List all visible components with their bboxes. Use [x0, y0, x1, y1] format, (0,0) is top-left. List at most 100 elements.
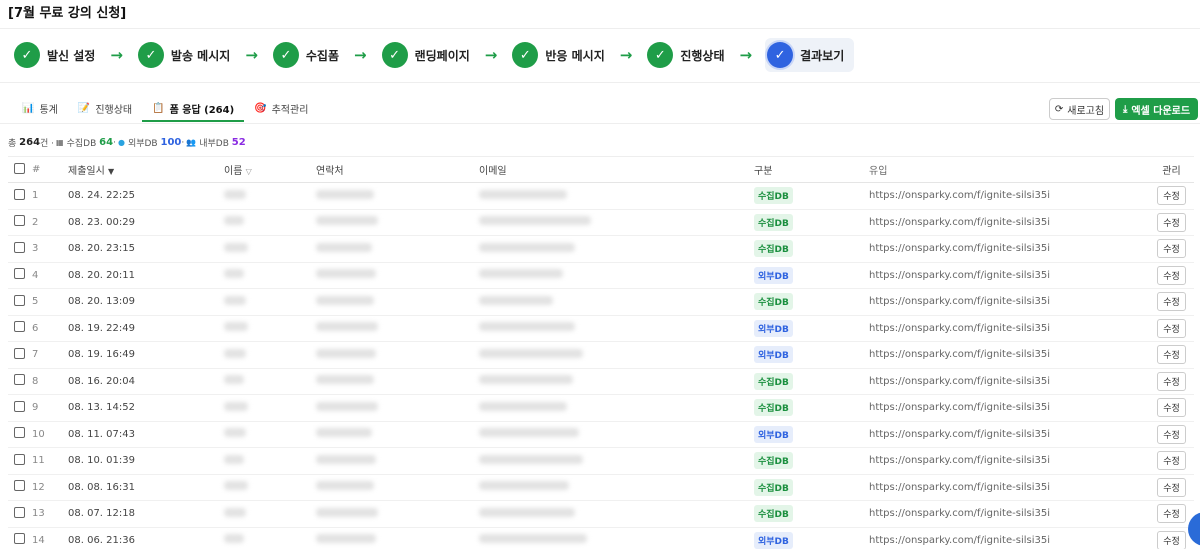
row-check-cell: [8, 209, 32, 236]
select-all-checkbox[interactable]: [14, 162, 25, 174]
table-row[interactable]: 3 08. 20. 23:15 수집DB https://onsparky.com/f…: [8, 235, 1194, 263]
redacted-text: [479, 216, 591, 226]
col-name[interactable]: 이름 ▽: [224, 156, 316, 183]
summary-separator: ·: [113, 137, 116, 148]
edit-button[interactable]: 수정: [1157, 239, 1186, 259]
divider: [0, 82, 1200, 83]
edit-button[interactable]: 수정: [1157, 212, 1186, 232]
table-row[interactable]: 11 08. 10. 01:39 수집DB https://onsparky.com/…: [8, 447, 1194, 475]
step-response-message[interactable]: ✓ 반응 메시지: [512, 42, 605, 68]
row-number: 14: [32, 527, 68, 549]
step-collect-form[interactable]: ✓ 수집폼: [272, 42, 339, 68]
row-checkbox[interactable]: [14, 268, 25, 280]
edit-button[interactable]: 수정: [1157, 424, 1186, 444]
redacted-text: [316, 428, 372, 438]
table-row[interactable]: 12 08. 08. 16:31 수집DB https://onsparky.com/…: [8, 474, 1194, 501]
step-send-message[interactable]: ✓ 발송 메시지: [137, 42, 230, 68]
row-submitted-at: 08. 20. 23:15: [68, 235, 224, 263]
table-row[interactable]: 2 08. 23. 00:29 수집DB https://onsparky.com/f…: [8, 209, 1194, 236]
bar-chart-icon: 📊: [22, 102, 35, 114]
row-checkbox[interactable]: [14, 188, 25, 200]
col-email: 이메일: [479, 156, 754, 183]
row-submitted-at: 08. 11. 07:43: [68, 421, 224, 448]
row-number: 3: [32, 235, 68, 263]
row-checkbox[interactable]: [14, 427, 25, 439]
table-row[interactable]: 10 08. 11. 07:43 외부DB https://onsparky.com/…: [8, 421, 1194, 448]
col-submitted-at[interactable]: 제출일시 ▼: [68, 156, 224, 183]
row-email-redacted: [479, 527, 754, 549]
redacted-text: [479, 242, 575, 252]
edit-button[interactable]: 수정: [1157, 371, 1186, 391]
tab-tracking[interactable]: 🎯 추적관리: [244, 96, 318, 122]
redacted-text: [224, 375, 244, 385]
edit-button[interactable]: 수정: [1157, 398, 1186, 418]
row-action: 수정: [1149, 315, 1194, 342]
col-name-label: 이름: [224, 166, 243, 177]
edit-button[interactable]: 수정: [1157, 477, 1186, 497]
sort-desc-icon: ▼: [108, 167, 115, 176]
col-submitted-at-label: 제출일시: [68, 166, 105, 177]
row-action: 수정: [1149, 500, 1194, 528]
redacted-text: [224, 348, 246, 358]
row-checkbox[interactable]: [14, 347, 25, 359]
row-checkbox[interactable]: [14, 321, 25, 333]
row-source-url: https://onsparky.com/f/ignite-silsi35i: [869, 500, 1149, 528]
arrow-right-icon: →: [739, 46, 753, 64]
row-checkbox[interactable]: [14, 374, 25, 386]
table-row[interactable]: 9 08. 13. 14:52 수집DB https://onsparky.com/f…: [8, 394, 1194, 422]
edit-button[interactable]: 수정: [1157, 345, 1186, 365]
row-phone-redacted: [316, 394, 479, 422]
table-row[interactable]: 13 08. 07. 12:18 수집DB https://onsparky.com/…: [8, 500, 1194, 528]
row-phone-redacted: [316, 235, 479, 263]
refresh-button[interactable]: ⟳ 새로고침: [1049, 98, 1110, 120]
step-sender-settings[interactable]: ✓ 발신 설정: [14, 42, 95, 68]
excel-download-button[interactable]: ⤓ 엑셀 다운로드: [1115, 98, 1198, 120]
edit-button[interactable]: 수정: [1157, 292, 1186, 312]
step-progress-status[interactable]: ✓ 진행상태: [647, 42, 725, 68]
edit-button[interactable]: 수정: [1157, 451, 1186, 471]
table-row[interactable]: 4 08. 20. 20:11 외부DB https://onsparky.com/f…: [8, 262, 1194, 289]
step-view-results[interactable]: ✓ 결과보기: [765, 38, 855, 72]
table-row[interactable]: 7 08. 19. 16:49 외부DB https://onsparky.com/f…: [8, 341, 1194, 369]
type-badge: 수집DB: [754, 213, 793, 231]
row-submitted-at: 08. 19. 22:49: [68, 315, 224, 342]
redacted-text: [479, 401, 567, 411]
check-icon: ✓: [647, 42, 674, 68]
edit-button[interactable]: 수정: [1157, 318, 1186, 338]
type-badge: 수집DB: [754, 240, 793, 258]
row-checkbox[interactable]: [14, 400, 25, 412]
table-row[interactable]: 1 08. 24. 22:25 수집DB https://onsparky.com/f…: [8, 182, 1194, 210]
row-submitted-at: 08. 16. 20:04: [68, 368, 224, 395]
row-checkbox[interactable]: [14, 480, 25, 492]
row-checkbox[interactable]: [14, 241, 25, 253]
arrow-right-icon: →: [354, 46, 367, 64]
tab-statistics[interactable]: 📊 통계: [12, 96, 68, 122]
row-checkbox[interactable]: [14, 453, 25, 465]
tab-progress[interactable]: 📝 진행상태: [68, 96, 142, 122]
row-checkbox[interactable]: [14, 506, 25, 518]
row-name-redacted: [224, 288, 316, 316]
row-phone-redacted: [316, 288, 479, 316]
row-number: 2: [32, 209, 68, 236]
table-row[interactable]: 5 08. 20. 13:09 수집DB https://onsparky.com/f…: [8, 288, 1194, 316]
edit-button[interactable]: 수정: [1157, 530, 1186, 549]
tab-form-responses[interactable]: 📋 폼 응답 (264): [142, 96, 245, 122]
edit-button[interactable]: 수정: [1157, 265, 1186, 285]
type-badge: 외부DB: [754, 346, 793, 364]
row-checkbox[interactable]: [14, 294, 25, 306]
col-phone: 연락처: [316, 156, 479, 183]
table-row[interactable]: 8 08. 16. 20:04 수집DB https://onsparky.com/f…: [8, 368, 1194, 395]
row-email-redacted: [479, 209, 754, 236]
row-source-url: https://onsparky.com/f/ignite-silsi35i: [869, 474, 1149, 501]
row-number: 4: [32, 262, 68, 289]
table-row[interactable]: 6 08. 19. 22:49 외부DB https://onsparky.com/f…: [8, 315, 1194, 342]
row-phone-redacted: [316, 447, 479, 475]
row-checkbox[interactable]: [14, 533, 25, 545]
type-badge: 외부DB: [754, 319, 793, 337]
row-checkbox[interactable]: [14, 215, 25, 227]
step-landing-page[interactable]: ✓ 랜딩페이지: [381, 42, 470, 68]
edit-button[interactable]: 수정: [1157, 186, 1186, 206]
edit-button[interactable]: 수정: [1157, 504, 1186, 524]
table-row[interactable]: 14 08. 06. 21:36 외부DB https://onsparky.com/…: [8, 527, 1194, 549]
row-number: 12: [32, 474, 68, 501]
